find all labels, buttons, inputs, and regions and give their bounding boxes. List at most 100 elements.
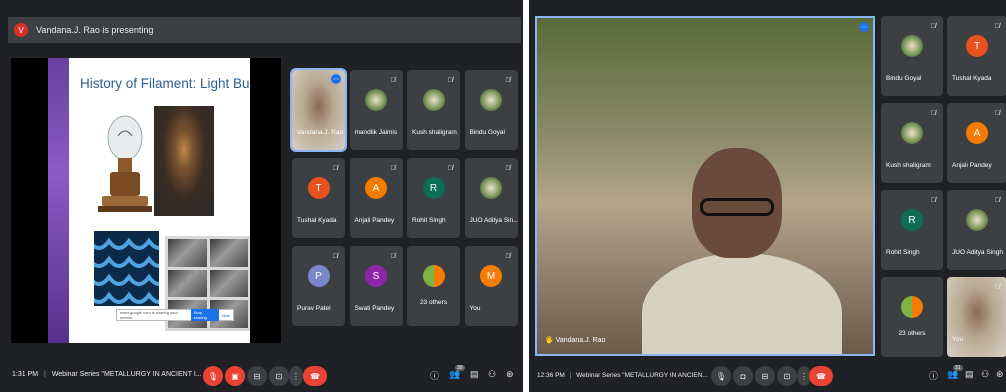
participant-name: Anjali Pandey bbox=[952, 162, 992, 169]
participant-name: 23 others bbox=[898, 330, 926, 337]
mic-icon: 🎙 bbox=[715, 371, 727, 381]
people-button[interactable]: 👥 30 bbox=[449, 365, 465, 380]
camera-button[interactable]: ◘ bbox=[733, 366, 753, 386]
captions-button[interactable]: ⊟ bbox=[247, 366, 267, 386]
info-button[interactable]: ⓘ bbox=[929, 369, 938, 382]
more-options-button[interactable]: ⋮ bbox=[289, 366, 303, 386]
chat-button[interactable]: ▤ bbox=[965, 369, 974, 380]
clock-time: 12:36 PM bbox=[537, 372, 565, 379]
leave-call-button[interactable]: ☎ bbox=[809, 366, 833, 386]
host-controls-button[interactable]: ⊛ bbox=[506, 369, 514, 380]
mic-off-icon: 🎙̸ bbox=[505, 165, 511, 172]
participant-tile[interactable]: 23 others bbox=[407, 246, 460, 326]
participant-photo bbox=[966, 209, 988, 232]
participant-name: Anjali Pandey bbox=[354, 217, 395, 224]
participant-tile[interactable]: 🎙̸ JUO Aditya Sin... bbox=[464, 158, 518, 238]
participant-name: You bbox=[469, 305, 481, 312]
participant-tile[interactable]: A 🎙̸ Anjali Pandey bbox=[349, 158, 403, 238]
leave-call-button[interactable]: ☎ bbox=[303, 366, 327, 386]
slide: History of Filament: Light Bulb meet.goo… bbox=[48, 58, 250, 343]
participant-tile[interactable]: S 🎙̸ Swati Pandey bbox=[349, 246, 403, 326]
participant-tile[interactable]: A 🎙̸ Anjali Pandey bbox=[947, 103, 1006, 183]
participant-name: JUO Aditya Sin... bbox=[469, 217, 518, 224]
more-vert-icon[interactable]: ⋯ bbox=[331, 74, 341, 84]
leave-call-icon: ☎ bbox=[310, 371, 320, 381]
activities-button[interactable]: ⚇ bbox=[488, 369, 496, 380]
participant-avatar: P bbox=[307, 265, 330, 288]
participant-tile[interactable]: 23 others bbox=[881, 277, 943, 357]
participant-name: Tushal Kyada bbox=[297, 217, 337, 224]
present-button[interactable]: ⊡ bbox=[777, 366, 797, 386]
mic-off-icon: 🎙̸ bbox=[994, 197, 1000, 204]
participant-photo bbox=[901, 122, 923, 145]
mic-off-icon: 🎙̸ bbox=[505, 253, 511, 260]
captions-button[interactable]: ⊟ bbox=[755, 366, 775, 386]
activities-icon: ⚇ bbox=[488, 369, 497, 379]
chat-icon: ▤ bbox=[965, 369, 974, 379]
chat-button[interactable]: ▤ bbox=[470, 369, 479, 380]
mic-off-button[interactable]: 🎙 bbox=[203, 366, 223, 386]
meet-window-presenting: V Vandana.J. Rao is presenting History o… bbox=[0, 0, 523, 392]
participant-tile[interactable]: 🎙̸ Bindu Goyal bbox=[881, 16, 943, 96]
info-button[interactable]: ⓘ bbox=[430, 369, 439, 382]
mic-off-icon: 🎙̸ bbox=[930, 23, 936, 30]
main-speaker-video[interactable]: ⋯ 🖐 Vandana.J. Rao bbox=[535, 16, 875, 356]
slide-accent-strip bbox=[48, 58, 69, 343]
meeting-details[interactable]: 12:36 PM | Webinar Series "METALLURGY IN… bbox=[537, 372, 708, 379]
meeting-title: Webinar Series "METALLURGY IN ANCIENT I.… bbox=[51, 371, 202, 378]
participant-tile[interactable]: 🎙̸ You bbox=[947, 277, 1006, 357]
slide-title: History of Filament: Light Bulb bbox=[80, 76, 250, 91]
coil-filament-image bbox=[94, 231, 159, 306]
participant-photo bbox=[480, 89, 502, 112]
more-vert-icon: ⋮ bbox=[800, 371, 808, 381]
activities-button[interactable]: ⚇ bbox=[981, 369, 989, 380]
stop-sharing-button[interactable]: Stop sharing bbox=[190, 309, 219, 321]
camera-off-button[interactable]: ▣ bbox=[225, 366, 245, 386]
present-button[interactable]: ⊡ bbox=[269, 366, 289, 386]
participant-avatar: M bbox=[480, 265, 502, 288]
participant-tile[interactable]: 🎙̸ Kush shaligram bbox=[407, 70, 460, 150]
mic-off-icon: 🎙̸ bbox=[994, 23, 1000, 30]
present-icon: ⊡ bbox=[783, 371, 791, 381]
more-vert-icon[interactable]: ⋯ bbox=[859, 22, 869, 32]
participant-avatar: A bbox=[365, 177, 387, 200]
mic-off-icon: 🎙̸ bbox=[447, 165, 453, 172]
filament-bulb-photo bbox=[154, 106, 214, 216]
participant-name: 23 others bbox=[419, 299, 448, 306]
participant-tile[interactable]: M 🎙̸ You bbox=[464, 246, 518, 326]
participant-avatar: S bbox=[365, 265, 387, 288]
participant-tile[interactable]: 🎙̸ mandlik Jaimis bbox=[349, 70, 403, 150]
people-button[interactable]: 👥 31 bbox=[947, 365, 963, 380]
info-icon: ⓘ bbox=[430, 371, 440, 381]
mic-off-icon: 🎙̸ bbox=[994, 110, 1000, 117]
mic-off-icon: 🎙̸ bbox=[390, 253, 396, 260]
host-controls-button[interactable]: ⊛ bbox=[996, 369, 1004, 380]
participant-name: Kush shaligram bbox=[412, 129, 457, 136]
host-controls-icon: ⊛ bbox=[996, 369, 1004, 379]
info-icon: ⓘ bbox=[929, 371, 939, 381]
participant-tile[interactable]: 🎙̸ Kush shaligram bbox=[881, 103, 943, 183]
bottom-toolbar: 12:36 PM | Webinar Series "METALLURGY IN… bbox=[529, 360, 1006, 392]
participant-tile[interactable]: T 🎙̸ Tushal Kyada bbox=[292, 158, 345, 238]
participant-tile[interactable]: 🎙̸ Bindu Goyal bbox=[464, 70, 518, 150]
mic-off-icon: 🎙̸ bbox=[332, 165, 338, 172]
participant-tile[interactable]: 🎙̸ JUO Aditya Singh bbox=[947, 190, 1006, 270]
leave-call-icon: ☎ bbox=[816, 371, 826, 381]
participant-tile[interactable]: R 🎙̸ Rohit Singh bbox=[881, 190, 943, 270]
participant-tile[interactable]: T 🎙̸ Tushal Kyada bbox=[947, 16, 1006, 96]
mic-button[interactable]: 🎙 bbox=[711, 366, 731, 386]
participant-avatar: T bbox=[307, 177, 330, 200]
mic-off-icon: 🎙̸ bbox=[390, 77, 396, 84]
camera-icon: ◘ bbox=[740, 371, 746, 381]
participant-tile[interactable]: ⋯ Vandana.J. Rao bbox=[290, 68, 347, 152]
present-icon: ⊡ bbox=[275, 371, 283, 381]
participant-avatar: R bbox=[422, 177, 445, 200]
presenter-avatar: V bbox=[14, 23, 28, 37]
screen-share-notice: meet.google.com is sharing your screen. … bbox=[116, 309, 234, 321]
participant-name: mandlik Jaimis bbox=[354, 129, 398, 136]
meeting-details[interactable]: 1:31 PM | Webinar Series "METALLURGY IN … bbox=[12, 371, 202, 378]
participant-tile[interactable]: P 🎙̸ Purav Patel bbox=[292, 246, 345, 326]
participant-tile[interactable]: R 🎙̸ Rohit Singh bbox=[407, 158, 460, 238]
participant-photo bbox=[422, 89, 445, 112]
hide-button[interactable]: Hide bbox=[219, 313, 233, 318]
